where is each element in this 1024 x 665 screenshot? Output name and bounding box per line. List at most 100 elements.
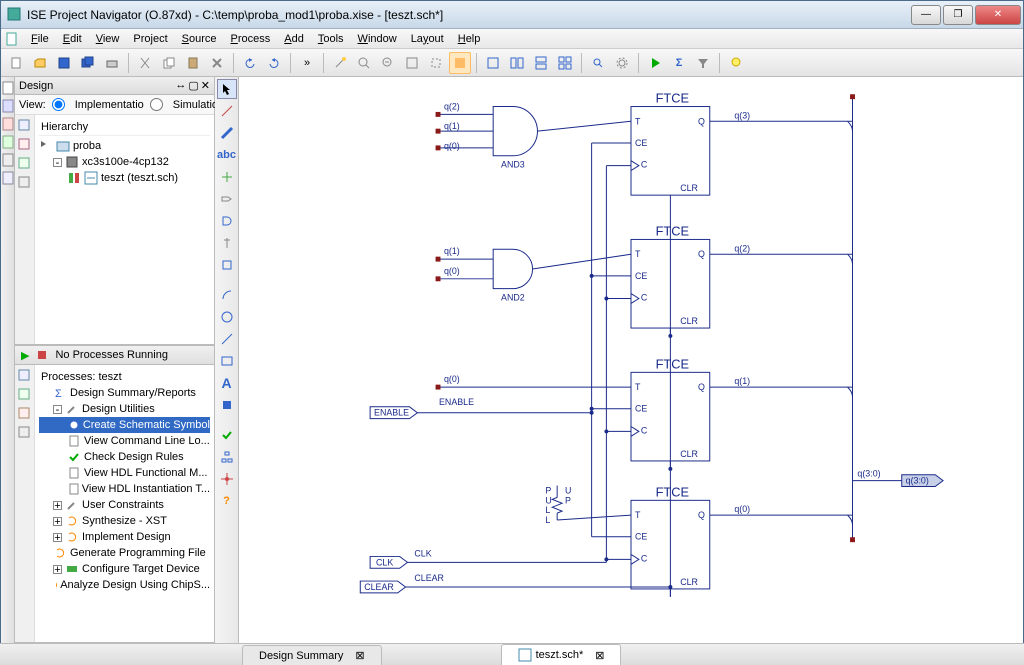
menu-tools[interactable]: Tools [312, 31, 350, 47]
saveall-button[interactable] [77, 52, 99, 74]
copy-button[interactable] [158, 52, 180, 74]
line-tool[interactable] [217, 329, 237, 349]
proc-configtarget[interactable]: +Configure Target Device [39, 561, 210, 577]
lbar-icon6[interactable] [2, 171, 14, 185]
open-button[interactable] [29, 52, 51, 74]
proc-genprog[interactable]: Generate Programming File [39, 545, 210, 561]
proc-designrules[interactable]: Check Design Rules [39, 449, 210, 465]
power-tool[interactable] [217, 233, 237, 253]
atext-tool[interactable]: A [217, 373, 237, 393]
pside-icon4[interactable] [17, 425, 33, 441]
lbar-icon1[interactable] [2, 81, 14, 95]
gate-tool[interactable] [217, 211, 237, 231]
proc-synthesize[interactable]: +Synthesize - XST [39, 513, 210, 529]
fill-tool[interactable] [217, 395, 237, 415]
minimize-button[interactable]: — [911, 5, 941, 25]
drc-tool[interactable] [217, 425, 237, 445]
tool1-button[interactable] [329, 52, 351, 74]
help-button[interactable] [725, 52, 747, 74]
hside-icon1[interactable] [17, 118, 33, 134]
new-button[interactable] [5, 52, 27, 74]
run-button[interactable] [644, 52, 666, 74]
arc-tool[interactable] [217, 285, 237, 305]
tool5-button[interactable] [425, 52, 447, 74]
proc-cmdline[interactable]: View Command Line Lo... [39, 433, 210, 449]
circle-tool[interactable] [217, 307, 237, 327]
menu-file[interactable]: File [25, 31, 55, 47]
menu-view[interactable]: View [90, 31, 126, 47]
maximize-button[interactable]: ❐ [943, 5, 973, 25]
menu-layout[interactable]: Layout [405, 31, 450, 47]
tree-device[interactable]: - xc3s100e-4cp132 [39, 154, 210, 170]
expand-button[interactable]: » [296, 52, 318, 74]
tab-doc-schematic[interactable]: teszt.sch*⊠ [501, 644, 622, 665]
filter-button[interactable] [692, 52, 714, 74]
hside-icon3[interactable] [17, 156, 33, 172]
tree-project[interactable]: proba [39, 138, 210, 154]
delete-button[interactable] [206, 52, 228, 74]
print-button[interactable] [101, 52, 123, 74]
pside-icon1[interactable] [17, 368, 33, 384]
find-button[interactable] [587, 52, 609, 74]
proc-hdlinst[interactable]: View HDL Instantiation T... [39, 481, 210, 497]
panel-arrows-icon[interactable]: ↔ [175, 79, 186, 92]
symbol-tool[interactable] [217, 255, 237, 275]
redo-button[interactable] [263, 52, 285, 74]
menu-project[interactable]: Project [127, 31, 173, 47]
io-tool[interactable] [217, 189, 237, 209]
win4-button[interactable] [554, 52, 576, 74]
wire-tool[interactable] [217, 101, 237, 121]
lbar-icon4[interactable] [2, 135, 14, 149]
net-tool[interactable] [217, 167, 237, 187]
panel-close-icon[interactable]: ✕ [201, 79, 210, 92]
tab-close2-icon[interactable]: ⊠ [595, 649, 604, 662]
proc-summary[interactable]: ΣDesign Summary/Reports [39, 385, 210, 401]
schematic-canvas[interactable]: FTCE T Q CE C CLR FTCE T Q [239, 77, 1023, 648]
lbar-icon2[interactable] [2, 99, 14, 113]
tab-close-icon[interactable]: ⊠ [355, 649, 364, 662]
hside-icon4[interactable] [17, 175, 33, 191]
tree-module[interactable]: teszt (teszt.sch) [39, 170, 210, 186]
pside-icon3[interactable] [17, 406, 33, 422]
pointer-tool[interactable] [217, 79, 237, 99]
settings-button[interactable] [611, 52, 633, 74]
undo-button[interactable] [239, 52, 261, 74]
cut-button[interactable] [134, 52, 156, 74]
lbar-icon3[interactable] [2, 117, 14, 131]
stop-icon[interactable] [35, 348, 49, 362]
panel-pin-icon[interactable]: ▢ [188, 79, 198, 92]
proc-userconstraints[interactable]: +User Constraints [39, 497, 210, 513]
close-button[interactable]: ✕ [975, 5, 1021, 25]
impl-radio[interactable] [52, 98, 65, 111]
proc-analyze[interactable]: Analyze Design Using ChipS... [39, 577, 210, 593]
win1-button[interactable] [482, 52, 504, 74]
paste-button[interactable] [182, 52, 204, 74]
tool2-button[interactable] [353, 52, 375, 74]
tool3-button[interactable] [377, 52, 399, 74]
menu-help[interactable]: Help [452, 31, 487, 47]
win3-button[interactable] [530, 52, 552, 74]
text-tool[interactable]: abc [217, 145, 237, 165]
lbar-icon5[interactable] [2, 153, 14, 167]
tool4-button[interactable] [401, 52, 423, 74]
menu-edit[interactable]: Edit [57, 31, 88, 47]
save-button[interactable] [53, 52, 75, 74]
win2-button[interactable] [506, 52, 528, 74]
menu-window[interactable]: Window [352, 31, 403, 47]
hside-icon2[interactable] [17, 137, 33, 153]
hier-tool[interactable] [217, 447, 237, 467]
proc-create-symbol[interactable]: Create Schematic Symbol [39, 417, 210, 433]
proc-utilities[interactable]: -Design Utilities [39, 401, 210, 417]
menu-source[interactable]: Source [176, 31, 223, 47]
proc-hdlfunc[interactable]: View HDL Functional M... [39, 465, 210, 481]
tool6-button[interactable] [449, 52, 471, 74]
proc-implement[interactable]: +Implement Design [39, 529, 210, 545]
sum-button[interactable]: Σ [668, 52, 690, 74]
tab-doc-summary[interactable]: Design Summary⊠ [242, 645, 382, 665]
bus-tool[interactable] [217, 123, 237, 143]
menu-process[interactable]: Process [225, 31, 277, 47]
menu-add[interactable]: Add [278, 31, 310, 47]
probe-tool[interactable] [217, 469, 237, 489]
infotool[interactable]: ? [217, 491, 237, 511]
sim-radio[interactable] [150, 98, 163, 111]
